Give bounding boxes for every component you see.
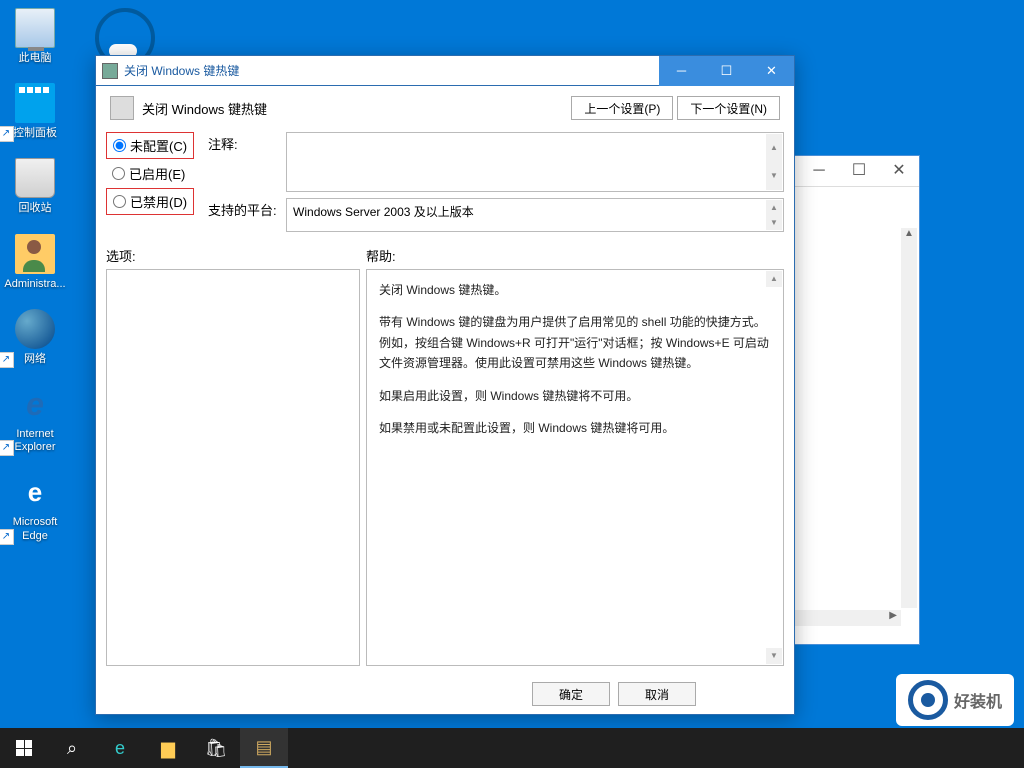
chevron-down-icon[interactable]: ▼ [766,215,782,230]
scroll-up-icon[interactable]: ▲ [901,228,917,244]
desktop-icon-edge[interactable]: e Microsoft Edge [0,472,70,542]
help-label: 帮助: [366,246,396,265]
window-title: 关闭 Windows 键热键 [124,62,659,79]
vertical-scrollbar[interactable]: ▲ [901,228,917,608]
maximize-button[interactable]: ☐ [704,56,749,86]
help-text: 如果禁用或未配置此设置，则 Windows 键热键将可用。 [379,418,771,438]
cancel-button[interactable]: 取消 [618,682,696,706]
chevron-up-icon[interactable]: ▲ [766,200,782,215]
desktop-label: 此电脑 [0,52,70,65]
recycle-bin-icon [15,158,55,198]
watermark: 好装机 [896,674,1014,726]
policy-dialog: 关闭 Windows 键热键 ─ ☐ ✕ 关闭 Windows 键热键 上一个设… [95,55,795,715]
radio-disabled[interactable]: 已禁用(D) [106,188,194,215]
watermark-text: 好装机 [954,688,1002,712]
taskbar-edge[interactable]: e [96,728,144,768]
taskbar-explorer[interactable]: ▆ [144,728,192,768]
next-setting-button[interactable]: 下一个设置(N) [677,96,780,120]
edge-icon: e [15,472,55,512]
desktop-label: 网络 [0,353,70,366]
taskbar[interactable]: ⌕ e ▆ 🛍 ▤ [0,728,1024,768]
minimize-button[interactable]: ─ [659,56,704,86]
options-pane [106,269,360,666]
platform-field: Windows Server 2003 及以上版本 ▲▼ [286,198,784,232]
chevron-up-icon[interactable]: ▲ [766,134,782,162]
ie-icon: e [15,384,55,424]
policy-icon [110,96,134,120]
comment-label: 注释: [208,132,278,153]
watermark-logo-icon [908,680,948,720]
ok-button[interactable]: 确定 [532,682,610,706]
desktop-label: Internet Explorer [0,428,70,454]
desktop-label: 回收站 [0,202,70,215]
app-icon [102,63,118,79]
chevron-up-icon[interactable]: ▲ [766,271,782,287]
close-button[interactable]: ✕ [749,56,794,86]
minimize-button[interactable]: ─ [799,156,839,186]
radio-enabled[interactable]: 已启用(E) [106,161,194,186]
titlebar[interactable]: 关闭 Windows 键热键 ─ ☐ ✕ [96,56,794,86]
radio-not-configured[interactable]: 未配置(C) [106,132,194,159]
previous-setting-button[interactable]: 上一个设置(P) [571,96,673,120]
radio-input[interactable] [113,139,126,152]
desktop-label: Administra... [0,278,70,291]
desktop-label: Microsoft Edge [0,516,70,542]
help-text: 带有 Windows 键的键盘为用户提供了启用常见的 shell 功能的快捷方式… [379,312,771,373]
start-button[interactable] [0,728,48,768]
radio-input[interactable] [113,195,126,208]
comment-field[interactable]: ▲▼ [286,132,784,192]
user-folder-icon [15,234,55,274]
help-text: 如果启用此设置，则 Windows 键热键将不可用。 [379,386,771,406]
options-label: 选项: [106,246,366,265]
desktop-icon-this-pc[interactable]: 此电脑 [0,8,70,65]
desktop-icon-control-panel[interactable]: 控制面板 [0,83,70,140]
radio-input[interactable] [112,167,125,180]
desktop-icon-ie[interactable]: e Internet Explorer [0,384,70,454]
chevron-down-icon[interactable]: ▼ [766,162,782,190]
desktop-icon-recycle-bin[interactable]: 回收站 [0,158,70,215]
policy-heading: 关闭 Windows 键热键 [142,99,567,118]
search-button[interactable]: ⌕ [48,728,96,768]
platform-label: 支持的平台: [208,198,278,219]
network-icon [15,309,55,349]
close-button[interactable]: ✕ [879,156,919,186]
desktop-icon-administrator[interactable]: Administra... [0,234,70,291]
help-text: 关闭 Windows 键热键。 [379,280,771,300]
pc-icon [15,8,55,48]
desktop-icon-network[interactable]: 网络 [0,309,70,366]
windows-logo-icon [16,740,32,756]
help-pane: 关闭 Windows 键热键。 带有 Windows 键的键盘为用户提供了启用常… [366,269,784,666]
control-panel-icon [15,83,55,123]
maximize-button[interactable]: ☐ [839,156,879,186]
taskbar-app[interactable]: ▤ [240,728,288,768]
desktop-label: 控制面板 [0,127,70,140]
chevron-down-icon[interactable]: ▼ [766,648,782,664]
taskbar-store[interactable]: 🛍 [192,728,240,768]
